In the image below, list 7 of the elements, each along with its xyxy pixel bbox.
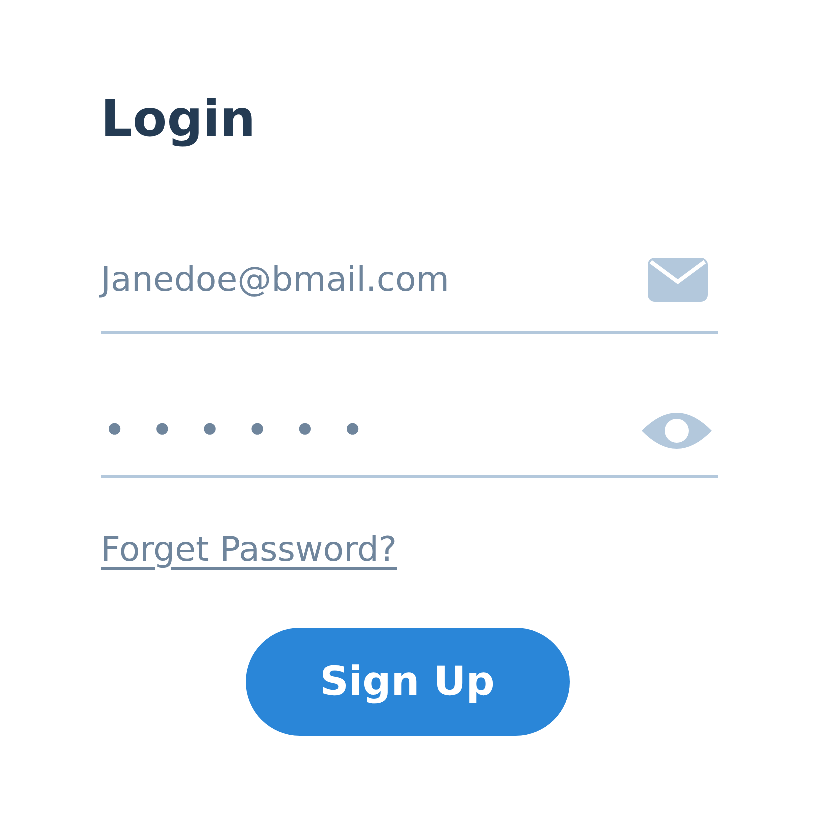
- login-title: Login: [101, 89, 257, 150]
- mail-icon: [648, 258, 708, 302]
- forget-password-link[interactable]: Forget Password?: [101, 530, 398, 570]
- sign-up-button[interactable]: Sign Up: [246, 628, 570, 736]
- eye-icon: [642, 412, 712, 448]
- email-field[interactable]: Janedoe@bmail.com: [101, 240, 718, 334]
- password-field[interactable]: ••••••: [101, 396, 718, 478]
